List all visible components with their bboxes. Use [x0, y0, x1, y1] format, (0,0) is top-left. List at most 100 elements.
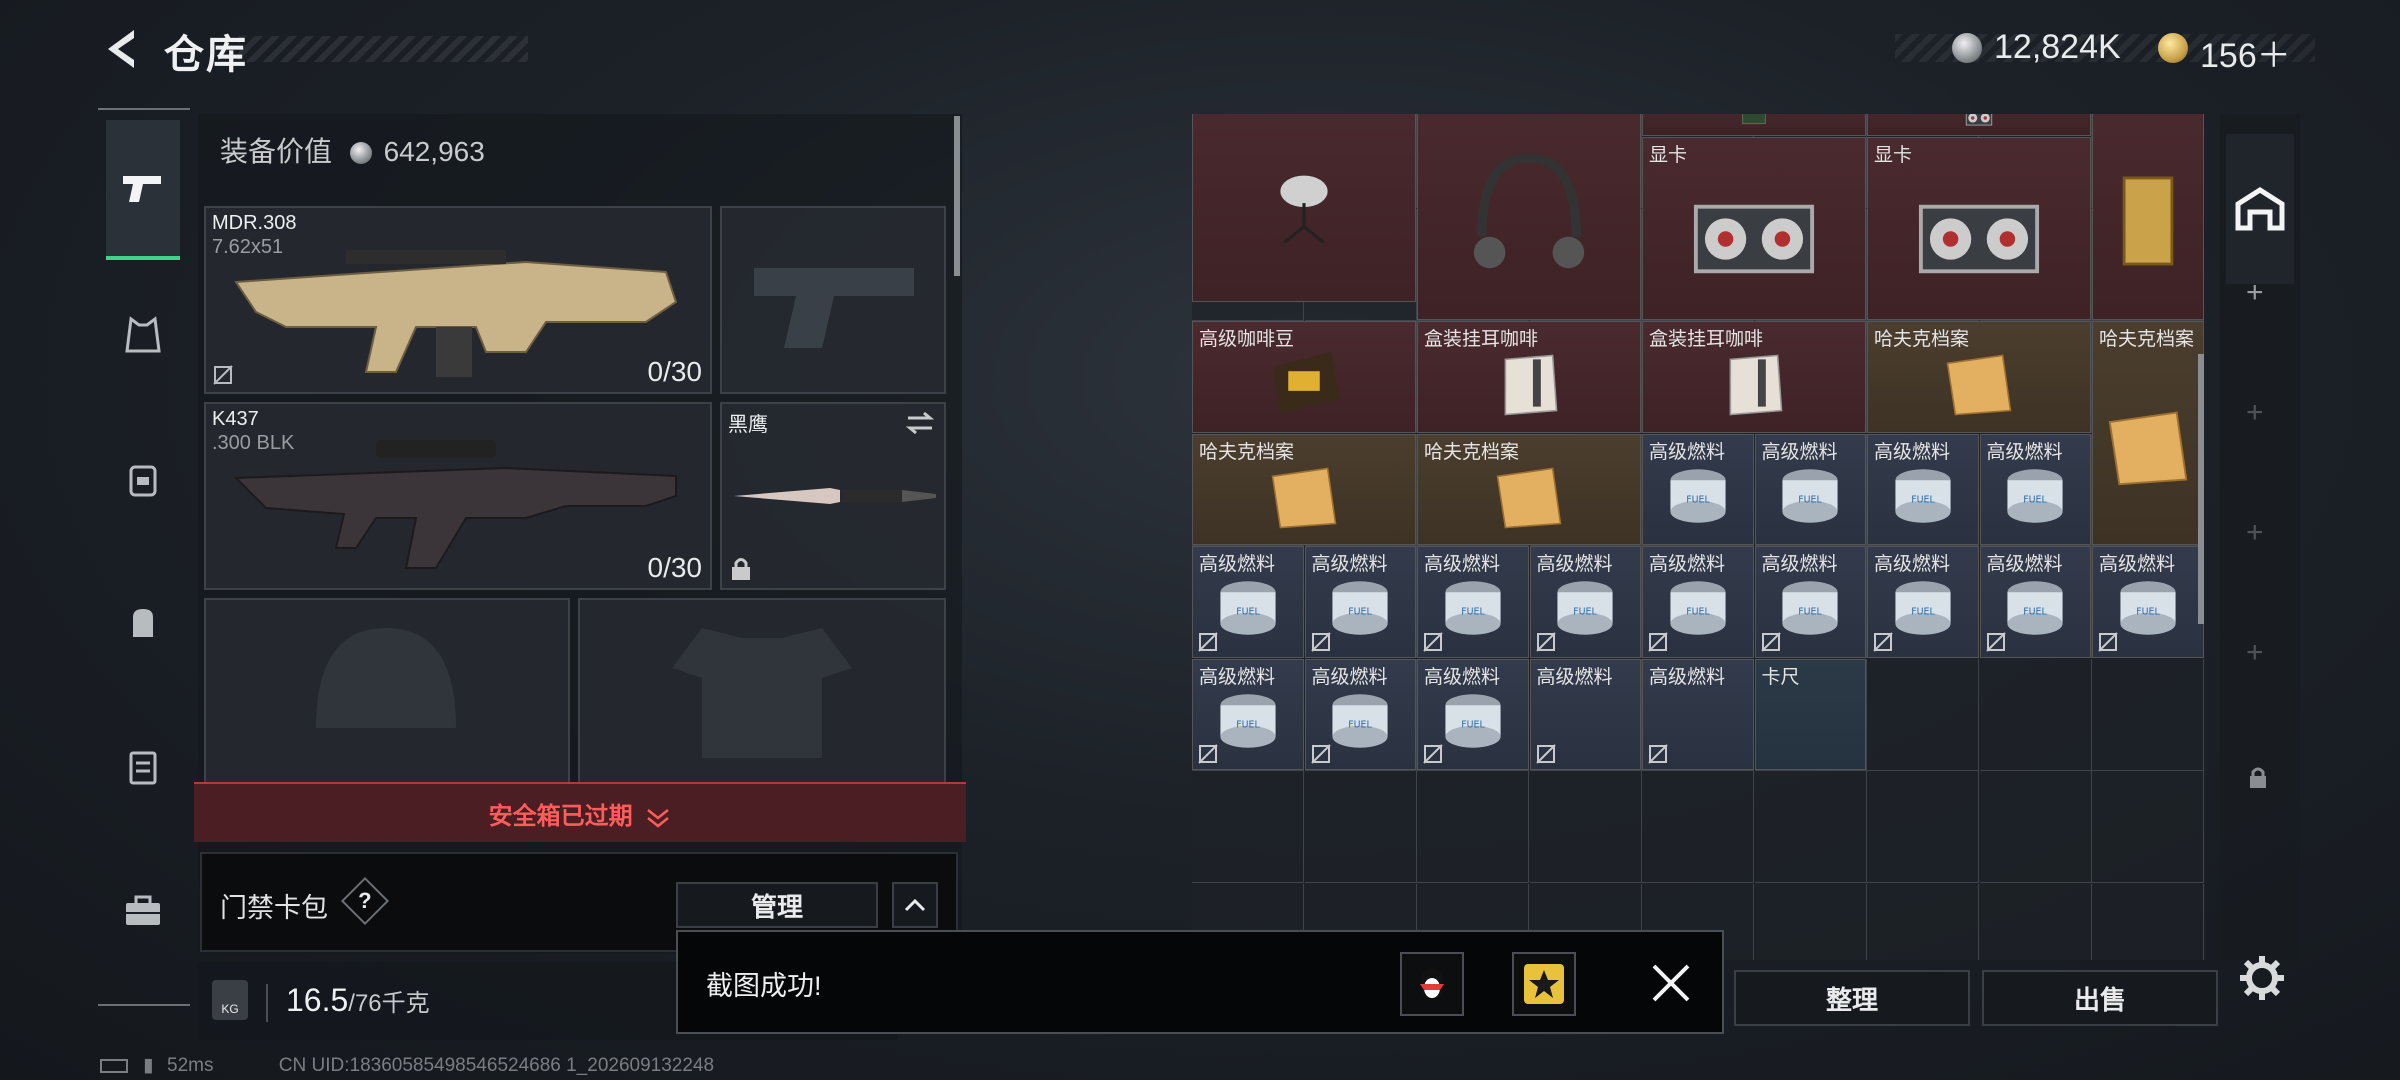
grid-cell[interactable]: [2092, 658, 2204, 771]
primary-weapon-slot[interactable]: MDR.308 7.62x51 0/30: [204, 206, 712, 394]
storage-grid[interactable]: 显卡 显卡 高级咖啡豆 盒装挂耳咖啡 盒装挂耳咖啡 哈夫克档案 哈夫克档案 哈夫克档案 哈夫克档…: [1192, 114, 2206, 960]
swap-icon[interactable]: [904, 410, 936, 436]
grid-cell[interactable]: [1192, 771, 1304, 883]
inventory-item[interactable]: FUEL 高级燃料: [1417, 658, 1529, 770]
svg-text:FUEL: FUEL: [1686, 494, 1710, 505]
share-favorite-button[interactable]: [1512, 952, 1576, 1016]
sidebar-item-weapons[interactable]: [106, 120, 180, 260]
inventory-item[interactable]: 卡尺: [1754, 658, 1866, 770]
body-armor-slot[interactable]: [578, 598, 946, 784]
add-storage-icon-disabled: +: [2246, 516, 2264, 549]
helmet-slot[interactable]: [204, 598, 570, 784]
inventory-item-label: 高级燃料: [2099, 554, 2176, 575]
satellite-dish-icon: [1280, 175, 1328, 244]
inventory-item[interactable]: FUEL 高级燃料: [1754, 433, 1866, 545]
not-lockable-icon: [1985, 631, 2006, 652]
inventory-item[interactable]: FUEL 高级燃料: [1529, 546, 1641, 658]
tab-warehouse[interactable]: [2226, 134, 2294, 284]
sidebar-item-clipboard[interactable]: [106, 730, 180, 804]
sidebar-item-armor[interactable]: [106, 298, 180, 372]
manage-button[interactable]: 管理: [676, 882, 878, 928]
grid-cell[interactable]: [2092, 883, 2204, 960]
inventory-item[interactable]: 高级咖啡豆: [1192, 321, 1416, 433]
settings-gear-icon[interactable]: [2238, 954, 2286, 1002]
collapse-button[interactable]: [892, 882, 938, 928]
svg-text:FUEL: FUEL: [1798, 607, 1822, 618]
inventory-item[interactable]: FUEL 高级燃料: [1192, 658, 1304, 770]
inventory-item[interactable]: FUEL 高级燃料: [1642, 546, 1754, 658]
inventory-item[interactable]: FUEL 高级燃料: [1979, 433, 2091, 545]
inventory-item[interactable]: 哈夫克档案: [1417, 433, 1641, 545]
svg-text:FUEL: FUEL: [2023, 607, 2047, 618]
inventory-item[interactable]: FUEL 高级燃料: [1304, 546, 1416, 658]
sidebar-item-briefcase[interactable]: [106, 874, 180, 948]
inventory-item[interactable]: FUEL 高级燃料: [1979, 546, 2091, 658]
inventory-item[interactable]: [1192, 114, 1416, 302]
inventory-item[interactable]: 显卡: [1642, 136, 1866, 320]
inventory-item[interactable]: 盒装挂耳咖啡: [1417, 321, 1641, 433]
grid-cell[interactable]: [1867, 658, 1979, 771]
inventory-item[interactable]: FUEL 高级燃料: [1192, 546, 1304, 658]
grid-cell[interactable]: [1867, 771, 1979, 883]
inventory-item-label: 高级燃料: [1874, 441, 1951, 463]
inventory-item[interactable]: 显卡: [1867, 136, 2091, 320]
inventory-item-label: 盒装挂耳咖啡: [1424, 329, 1539, 350]
inventory-item[interactable]: 哈夫克档案: [1192, 433, 1416, 545]
share-qq-button[interactable]: [1400, 952, 1464, 1016]
svg-text:FUEL: FUEL: [1236, 607, 1260, 618]
grid-cell[interactable]: [1642, 771, 1754, 883]
gold-amount[interactable]: 156＋: [2200, 28, 2291, 77]
inventory-item[interactable]: FUEL 高级燃料: [1417, 546, 1529, 658]
inventory-item[interactable]: FUEL 高级燃料: [1304, 658, 1416, 770]
back-arrow-icon[interactable]: [96, 24, 146, 74]
grid-cell[interactable]: [1979, 658, 2092, 771]
grid-cell[interactable]: [1979, 771, 2092, 883]
inventory-item[interactable]: [1642, 114, 1866, 136]
inventory-item-label: 高级燃料: [1986, 441, 2063, 463]
inventory-item[interactable]: 高级燃料: [1529, 658, 1641, 770]
svg-text:FUEL: FUEL: [1911, 607, 1935, 618]
inventory-item[interactable]: 哈夫克档案: [1867, 321, 2091, 433]
helmet-placeholder-icon: [316, 628, 456, 728]
safe-box-banner[interactable]: 安全箱已过期: [194, 782, 966, 842]
grid-cell[interactable]: [1417, 771, 1529, 883]
inventory-item[interactable]: [1417, 114, 1641, 320]
weight-icon: KG: [212, 980, 248, 1020]
help-icon[interactable]: ?: [340, 876, 390, 926]
sidebar-item-backpack[interactable]: [106, 442, 180, 516]
inventory-item[interactable]: FUEL 高级燃料: [1754, 546, 1866, 658]
sort-button[interactable]: 整理: [1734, 970, 1970, 1026]
grid-cell[interactable]: [1304, 771, 1417, 883]
inventory-item[interactable]: FUEL 高级燃料: [2092, 546, 2204, 658]
inventory-item[interactable]: [2092, 114, 2204, 320]
briefcase-icon: [126, 895, 160, 925]
add-storage-icon[interactable]: +: [2246, 276, 2264, 310]
silver-amount: 12,824K: [1994, 28, 2121, 66]
secondary-weapon-slot[interactable]: K437 .300 BLK 0/30: [204, 402, 712, 590]
inventory-item[interactable]: 高级燃料: [1642, 658, 1754, 770]
grid-cell[interactable]: [1755, 883, 1867, 960]
safe-box-status: 安全箱已过期: [194, 796, 966, 831]
grid-cell[interactable]: [1529, 771, 1642, 883]
grid-cell[interactable]: [1980, 883, 2092, 960]
equipment-value-amount: 642,963: [383, 136, 485, 167]
inventory-item[interactable]: 盒装挂耳咖啡: [1642, 321, 1866, 433]
grid-cell[interactable]: [1754, 771, 1867, 883]
lock-icon: [2250, 767, 2266, 788]
grid-cell[interactable]: [2092, 771, 2204, 883]
grid-scrollbar[interactable]: [2198, 354, 2204, 624]
inventory-item[interactable]: FUEL 高级燃料: [1867, 433, 1979, 545]
inventory-item[interactable]: FUEL 高级燃料: [1642, 433, 1754, 545]
sidebar-item-bag[interactable]: [106, 586, 180, 660]
not-lockable-icon: [2098, 631, 2118, 652]
pistol-slot[interactable]: [720, 206, 946, 394]
close-icon[interactable]: [1650, 962, 1692, 1004]
title-decoration: [238, 36, 528, 62]
sell-button[interactable]: 出售: [1982, 970, 2218, 1026]
inventory-item[interactable]: [1867, 114, 2091, 136]
inventory-item[interactable]: FUEL 高级燃料: [1867, 546, 1979, 658]
melee-slot[interactable]: 黑鹰: [720, 402, 946, 590]
grid-cell[interactable]: [1867, 883, 1979, 960]
inventory-item[interactable]: 哈夫克档案: [2092, 321, 2204, 545]
equipment-scrollbar[interactable]: [954, 116, 960, 276]
